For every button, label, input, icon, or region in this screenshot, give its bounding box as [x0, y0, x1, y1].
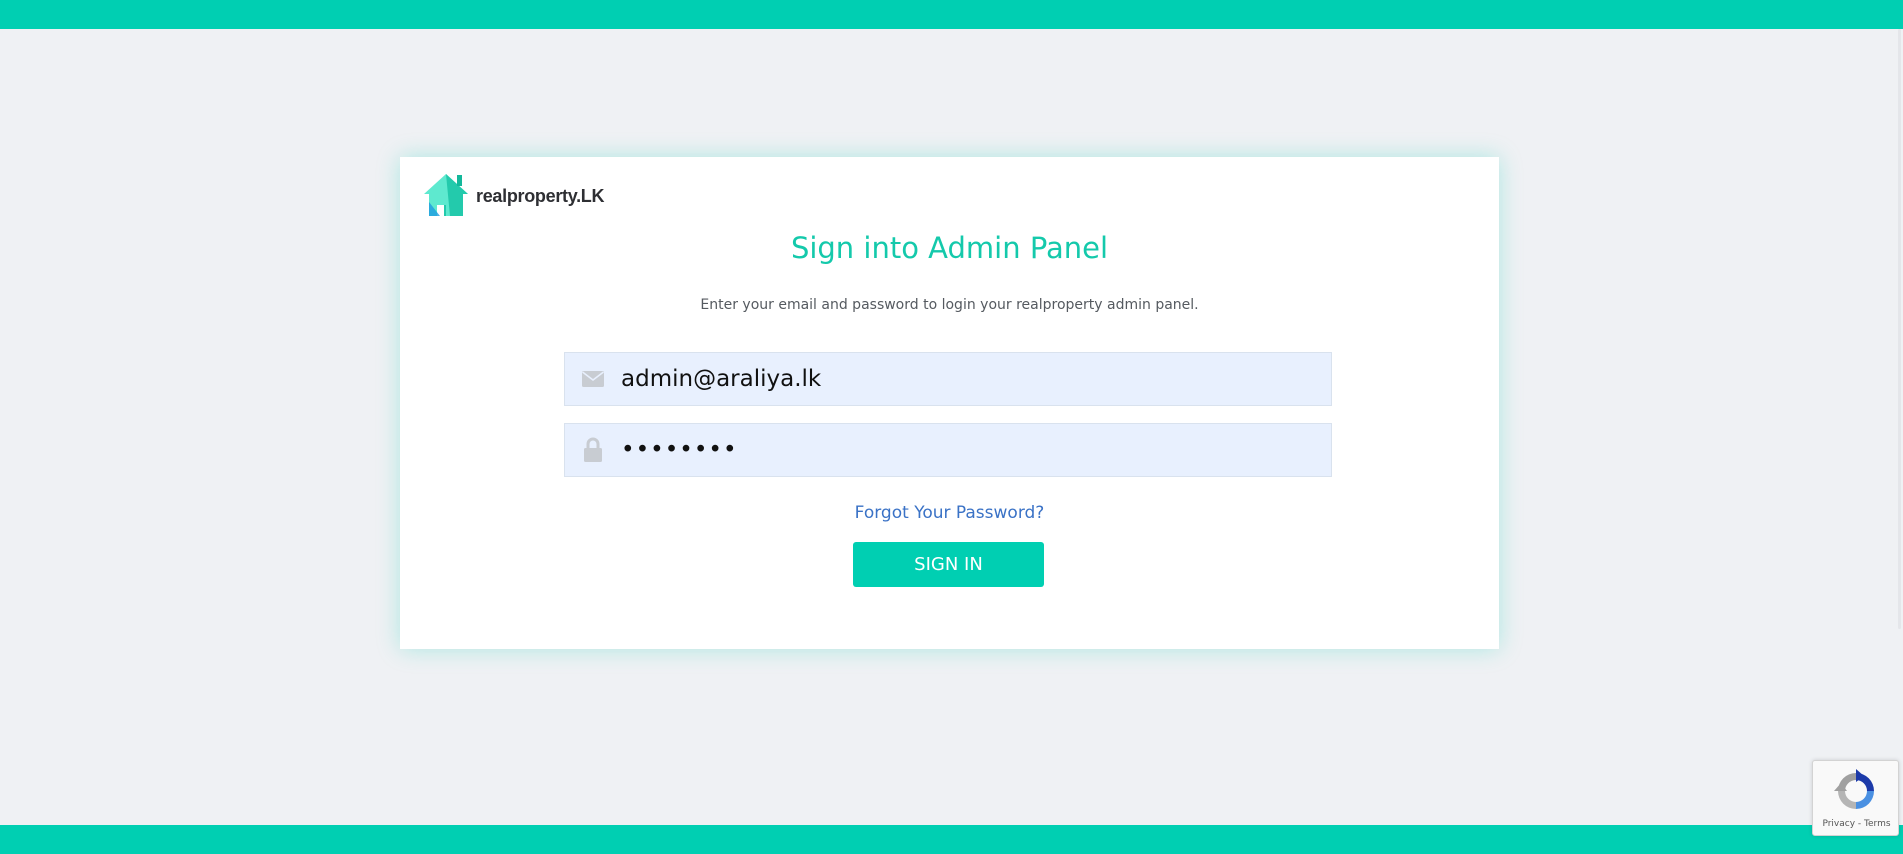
page-title: Sign into Admin Panel [790, 231, 1109, 265]
links-separator: - [1855, 819, 1865, 829]
terms-link[interactable]: Terms [1864, 819, 1891, 829]
page-subtitle: Enter your email and password to login y… [700, 297, 1199, 313]
page: realproperty.LK Sign into Admin Panel En… [0, 0, 1903, 854]
house-logo-icon [424, 174, 468, 216]
email-field[interactable] [564, 352, 1332, 406]
top-accent-bar [0, 0, 1903, 29]
lock-icon [579, 436, 607, 464]
privacy-link[interactable]: Privacy [1822, 819, 1855, 829]
bottom-accent-bar [0, 825, 1903, 854]
brand-logo[interactable]: realproperty.LK [420, 172, 605, 220]
envelope-icon [579, 365, 607, 393]
sign-in-button[interactable]: SIGN IN [853, 542, 1044, 587]
recaptcha-badge[interactable]: Privacy - Terms [1812, 760, 1899, 836]
scrollbar-thumb[interactable] [1898, 29, 1901, 629]
brand-name: realproperty.LK [476, 185, 605, 206]
recaptcha-icon [1834, 769, 1874, 809]
password-input[interactable] [621, 428, 1311, 472]
email-input[interactable] [621, 357, 1311, 401]
login-card: realproperty.LK Sign into Admin Panel En… [400, 157, 1499, 649]
forgot-password-link[interactable]: Forgot Your Password? [400, 503, 1499, 523]
recaptcha-links: Privacy - Terms [1813, 819, 1900, 829]
password-field[interactable] [564, 423, 1332, 477]
